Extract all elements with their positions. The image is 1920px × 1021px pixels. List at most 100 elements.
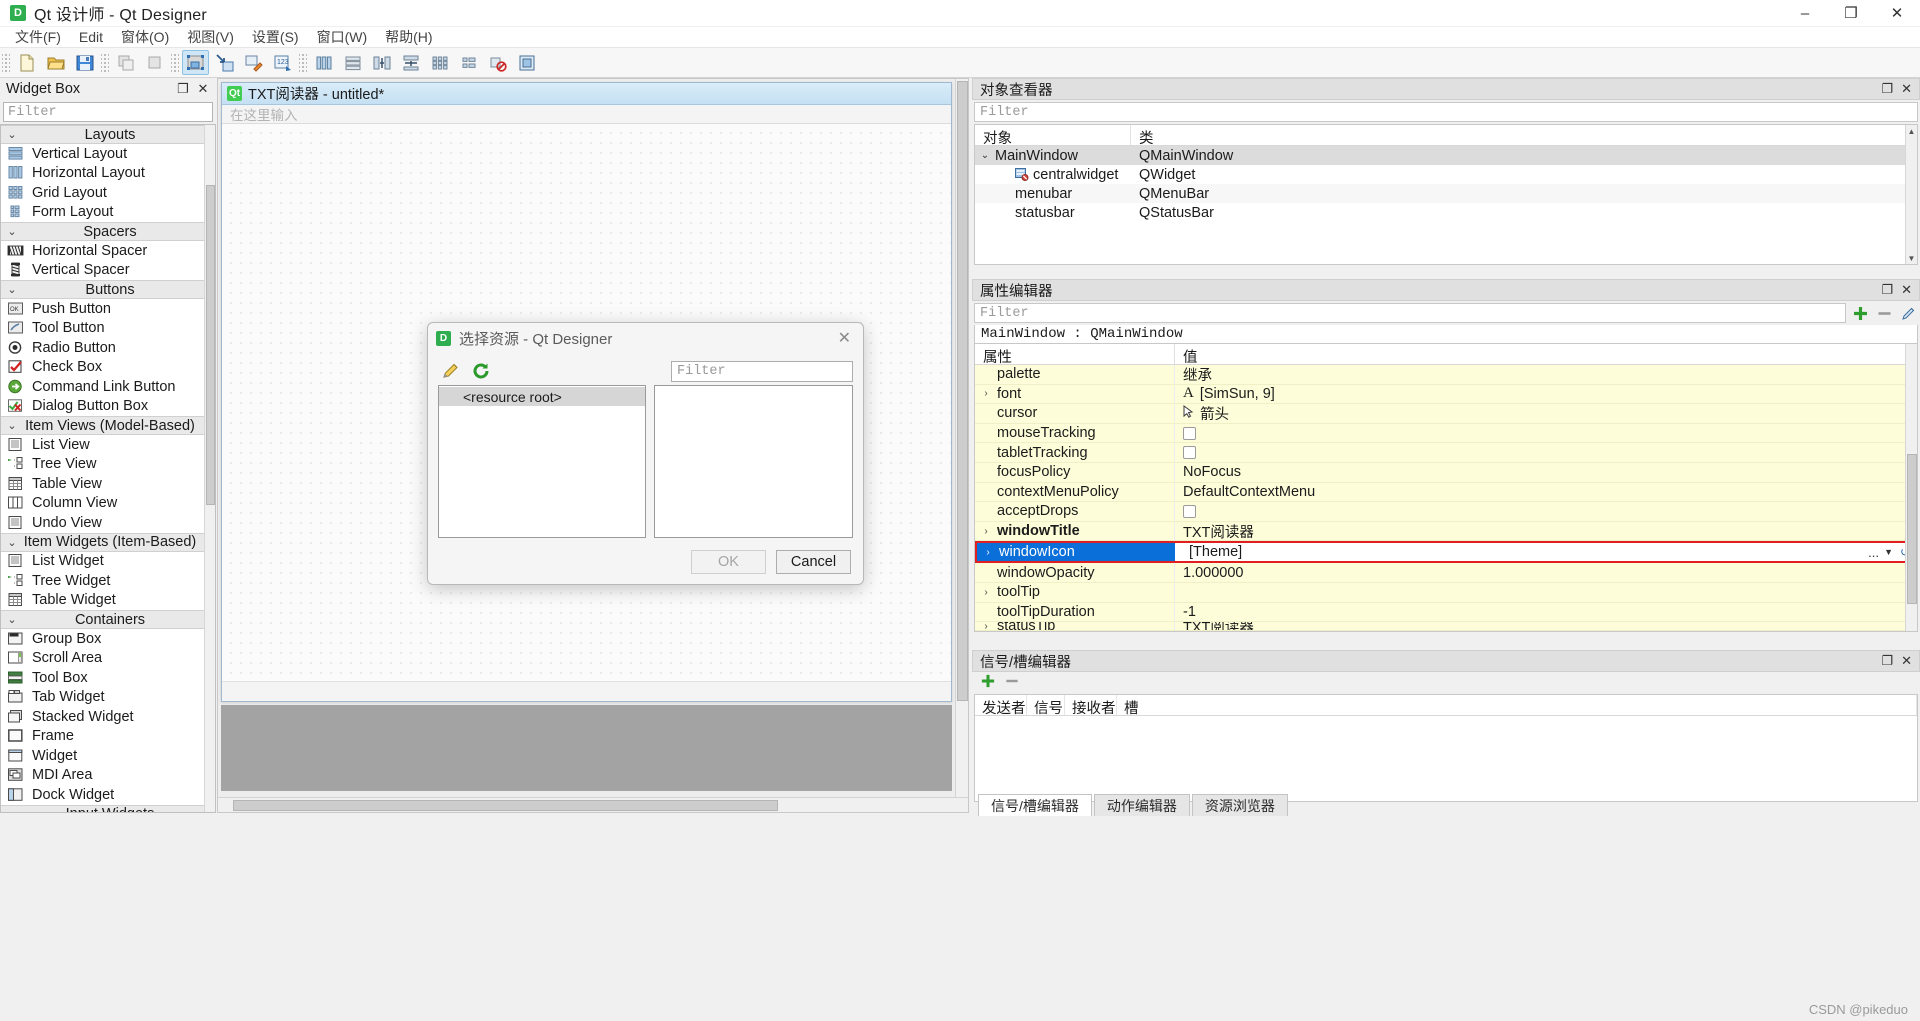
property-row-tooltip[interactable]: ›toolTip bbox=[975, 583, 1917, 603]
widget-item-frame[interactable]: Frame bbox=[1, 727, 215, 747]
table-row[interactable]: menubar QMenuBar bbox=[975, 184, 1917, 203]
object-inspector-scrollbar[interactable]: ▲ ▼ bbox=[1905, 125, 1917, 264]
widget-item-list-view[interactable]: List View bbox=[1, 435, 215, 455]
column-header-sender[interactable]: 发送者 bbox=[975, 695, 1027, 715]
property-row-windowicon-highlight[interactable]: › windowIcon [Theme] ... ▼ ↺ bbox=[975, 541, 1917, 563]
property-row-contextmenupolicy[interactable]: contextMenuPolicy DefaultContextMenu bbox=[975, 483, 1917, 503]
ok-button[interactable]: OK bbox=[691, 550, 766, 574]
resource-root-item[interactable]: <resource root> bbox=[439, 387, 645, 406]
layout-horizontally-icon[interactable] bbox=[310, 50, 337, 75]
resource-preview-pane[interactable] bbox=[654, 385, 853, 538]
property-value[interactable]: -1 bbox=[1175, 604, 1917, 620]
property-editor-float-button[interactable]: ❐ bbox=[1881, 282, 1893, 298]
edit-tab-order-icon[interactable]: 123 bbox=[269, 50, 296, 75]
add-connection-button[interactable] bbox=[980, 673, 996, 694]
new-form-icon[interactable] bbox=[13, 50, 40, 75]
toolbar-grip-2[interactable] bbox=[101, 52, 109, 74]
widget-box-float-button[interactable]: ❐ bbox=[176, 81, 190, 97]
column-header-property[interactable]: 属性 bbox=[975, 344, 1175, 364]
edit-signals-slots-icon[interactable] bbox=[211, 50, 238, 75]
layout-grid-icon[interactable] bbox=[426, 50, 453, 75]
form-menu-bar[interactable]: 在这里输入 bbox=[222, 105, 951, 124]
tab-action-editor[interactable]: 动作编辑器 bbox=[1094, 794, 1190, 816]
toolbar-grip-4[interactable] bbox=[299, 52, 307, 74]
column-header-value[interactable]: 值 bbox=[1175, 344, 1917, 364]
checkbox[interactable] bbox=[1183, 427, 1196, 440]
dialog-close-button[interactable]: ✕ bbox=[834, 328, 855, 348]
widget-item-tree-view[interactable]: Tree View bbox=[1, 455, 215, 475]
table-row[interactable]: centralwidget QWidget bbox=[975, 165, 1917, 184]
property-row-windowtitle[interactable]: ›windowTitle TXT阅读器 bbox=[975, 522, 1917, 542]
scroll-down-arrow-icon[interactable]: ▼ bbox=[1906, 252, 1917, 264]
undo-icon[interactable] bbox=[112, 50, 139, 75]
widget-item-tool-button[interactable]: Tool Button bbox=[1, 319, 215, 339]
widget-item-stacked-widget[interactable]: Stacked Widget bbox=[1, 707, 215, 727]
expand-toggle[interactable]: › bbox=[975, 622, 997, 631]
property-value[interactable]: TXT阅读器 bbox=[1175, 521, 1917, 542]
add-property-button[interactable] bbox=[1848, 302, 1872, 324]
menu-file[interactable]: 文件(F) bbox=[6, 25, 70, 49]
resource-tree-pane[interactable]: <resource root> bbox=[438, 385, 646, 538]
layout-splitter-h-icon[interactable] bbox=[368, 50, 395, 75]
property-value[interactable]: TXT阅读器 bbox=[1175, 622, 1917, 631]
menu-settings[interactable]: 设置(S) bbox=[243, 25, 308, 49]
cancel-button[interactable]: Cancel bbox=[776, 550, 851, 574]
adjust-size-icon[interactable] bbox=[513, 50, 540, 75]
group-layouts[interactable]: ⌄ Layouts bbox=[1, 125, 215, 144]
widget-item-undo-view[interactable]: Undo View bbox=[1, 513, 215, 533]
object-inspector-float-button[interactable]: ❐ bbox=[1881, 81, 1893, 97]
table-row[interactable]: statusbar QStatusBar bbox=[975, 203, 1917, 222]
remove-connection-button[interactable] bbox=[1004, 673, 1020, 694]
property-row-mousetracking[interactable]: mouseTracking bbox=[975, 424, 1917, 444]
widget-item-list-widget[interactable]: List Widget bbox=[1, 552, 215, 572]
table-row[interactable]: ⌄ MainWindow QMainWindow bbox=[975, 146, 1917, 165]
widget-item-form-layout[interactable]: Form Layout bbox=[1, 203, 215, 223]
property-row-acceptdrops[interactable]: acceptDrops bbox=[975, 502, 1917, 522]
property-row-font[interactable]: ›font A [SimSun, 9] bbox=[975, 385, 1917, 405]
mdi-vertical-scrollbar[interactable] bbox=[955, 79, 968, 797]
column-header-object[interactable]: 对象 bbox=[975, 125, 1131, 145]
property-table-scrollbar[interactable] bbox=[1905, 344, 1917, 631]
property-row-focuspolicy[interactable]: focusPolicy NoFocus bbox=[975, 463, 1917, 483]
property-value[interactable]: DefaultContextMenu bbox=[1175, 484, 1917, 500]
widget-item-radio-button[interactable]: Radio Button bbox=[1, 338, 215, 358]
property-value-cell[interactable] bbox=[1175, 446, 1917, 459]
property-row-tooltipduration[interactable]: toolTipDuration -1 bbox=[975, 603, 1917, 623]
widget-item-scroll-area[interactable]: Scroll Area bbox=[1, 649, 215, 669]
property-name-cell-selected[interactable]: › windowIcon bbox=[977, 543, 1175, 561]
widget-item-push-button[interactable]: OK Push Button bbox=[1, 299, 215, 319]
widget-item-horizontal-layout[interactable]: Horizontal Layout bbox=[1, 164, 215, 184]
widget-item-table-widget[interactable]: Table Widget bbox=[1, 591, 215, 611]
select-resource-dialog[interactable]: D 选择资源 - Qt Designer ✕ bbox=[427, 322, 864, 585]
tab-signal-slot-editor[interactable]: 信号/槽编辑器 bbox=[978, 794, 1092, 816]
widget-item-tab-widget[interactable]: Tab Widget bbox=[1, 688, 215, 708]
checkbox[interactable] bbox=[1183, 505, 1196, 518]
widget-item-widget[interactable]: Widget bbox=[1, 746, 215, 766]
property-table[interactable]: 属性 值 palette 继承 ›font A [SimSun, 9] bbox=[974, 344, 1918, 632]
expand-toggle[interactable]: › bbox=[975, 587, 997, 598]
break-layout-icon[interactable] bbox=[484, 50, 511, 75]
group-containers[interactable]: ⌄ Containers bbox=[1, 610, 215, 629]
scroll-up-arrow-icon[interactable]: ▲ bbox=[1906, 125, 1917, 137]
maximize-button[interactable]: ❐ bbox=[1828, 0, 1874, 27]
property-value-cell[interactable]: A [SimSun, 9] bbox=[1175, 385, 1917, 402]
column-header-signal[interactable]: 信号 bbox=[1027, 695, 1065, 715]
group-spacers[interactable]: ⌄ Spacers bbox=[1, 222, 215, 241]
widget-box-scrollbar[interactable] bbox=[204, 125, 215, 812]
object-inspector-filter-input[interactable]: Filter bbox=[974, 102, 1918, 122]
column-header-receiver[interactable]: 接收者 bbox=[1065, 695, 1117, 715]
widget-box-filter-input[interactable]: Filter bbox=[3, 102, 213, 122]
form-window-title-bar[interactable]: Qt TXT阅读器 - untitled* bbox=[222, 83, 951, 105]
property-row-windowopacity[interactable]: windowOpacity 1.000000 bbox=[975, 563, 1917, 583]
widget-item-mdi-area[interactable]: MDI Area bbox=[1, 766, 215, 786]
configure-property-button[interactable] bbox=[1896, 302, 1920, 324]
widget-item-tool-box[interactable]: Tool Box bbox=[1, 668, 215, 688]
property-value[interactable]: 继承 bbox=[1175, 364, 1917, 385]
widget-item-dialog-button-box[interactable]: Dialog Button Box bbox=[1, 397, 215, 417]
resource-filter-input[interactable]: Filter bbox=[671, 361, 853, 382]
expand-toggle[interactable]: › bbox=[975, 388, 997, 399]
property-value-cell[interactable]: 箭头 bbox=[1175, 403, 1917, 424]
checkbox[interactable] bbox=[1183, 446, 1196, 459]
property-scroll-thumb[interactable] bbox=[1907, 454, 1917, 604]
property-value-cell[interactable] bbox=[1175, 427, 1917, 440]
